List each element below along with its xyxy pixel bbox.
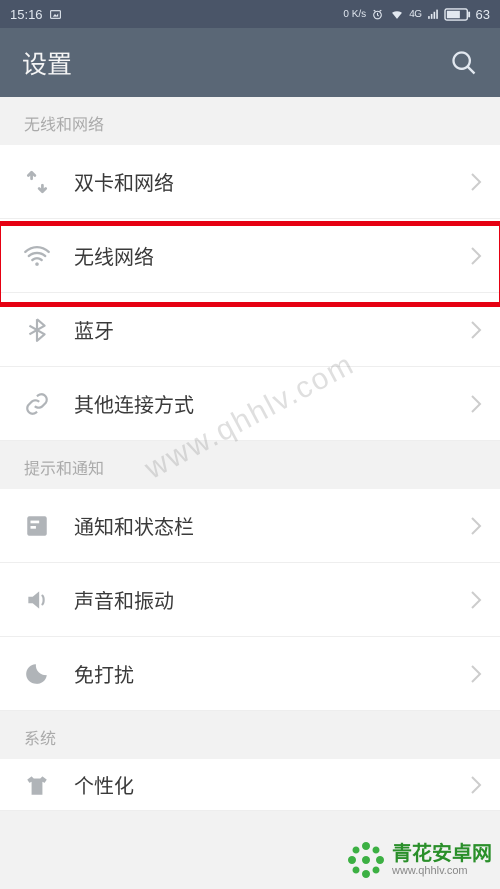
list-item-label: 声音和振动 xyxy=(74,585,470,614)
list-item-sound[interactable]: 声音和振动 xyxy=(0,563,500,637)
brand-name: 青花安卓网 xyxy=(392,843,492,865)
sound-icon xyxy=(22,585,52,615)
section-header-system: 系统 xyxy=(0,711,500,759)
shirt-icon xyxy=(22,770,52,800)
watermark-brand: 青花安卓网 www.qhhlv.com xyxy=(346,840,492,880)
link-icon xyxy=(22,389,52,419)
status-bar: 15:16 0 K/s 4G 63 xyxy=(0,0,500,28)
picture-icon xyxy=(49,8,62,21)
search-icon xyxy=(450,49,478,77)
section-header-notify: 提示和通知 xyxy=(0,441,500,489)
list-item-personalization[interactable]: 个性化 xyxy=(0,759,500,811)
list-item-notifications[interactable]: 通知和状态栏 xyxy=(0,489,500,563)
section-header-wireless: 无线和网络 xyxy=(0,97,500,145)
chevron-right-icon xyxy=(470,394,482,414)
wifi-icon xyxy=(22,241,52,271)
chevron-right-icon xyxy=(470,775,482,795)
status-time: 15:16 xyxy=(10,7,43,22)
bluetooth-icon xyxy=(22,315,52,345)
list-item-bluetooth[interactable]: 蓝牙 xyxy=(0,293,500,367)
status-datarate: 0 K/s xyxy=(343,9,366,20)
list-item-label: 个性化 xyxy=(74,770,470,799)
wifi-status-icon xyxy=(389,8,405,21)
battery-icon xyxy=(444,8,472,21)
chevron-right-icon xyxy=(470,246,482,266)
chevron-right-icon xyxy=(470,664,482,684)
list-item-label: 免打扰 xyxy=(74,659,470,688)
notification-icon xyxy=(22,511,52,541)
chevron-right-icon xyxy=(470,516,482,536)
list-item-label: 无线网络 xyxy=(74,241,470,270)
status-network: 4G xyxy=(409,9,421,20)
list-item-label: 蓝牙 xyxy=(74,315,470,344)
list-item-dnd[interactable]: 免打扰 xyxy=(0,637,500,711)
status-battery: 63 xyxy=(476,7,490,22)
page-title: 设置 xyxy=(22,45,72,81)
chevron-right-icon xyxy=(470,172,482,192)
list-item-wifi[interactable]: 无线网络 xyxy=(0,219,500,293)
list-item-other-connect[interactable]: 其他连接方式 xyxy=(0,367,500,441)
list-item-label: 其他连接方式 xyxy=(74,389,470,418)
list-item-sim[interactable]: 双卡和网络 xyxy=(0,145,500,219)
brand-logo-icon xyxy=(346,840,386,880)
app-header: 设置 xyxy=(0,28,500,97)
search-button[interactable] xyxy=(450,49,478,77)
brand-url: www.qhhlv.com xyxy=(392,865,492,877)
list-item-label: 双卡和网络 xyxy=(74,167,470,196)
signal-icon xyxy=(426,8,440,21)
moon-icon xyxy=(22,659,52,689)
sim-icon xyxy=(22,167,52,197)
alarm-icon xyxy=(370,8,385,21)
chevron-right-icon xyxy=(470,320,482,340)
chevron-right-icon xyxy=(470,590,482,610)
list-item-label: 通知和状态栏 xyxy=(74,511,470,540)
